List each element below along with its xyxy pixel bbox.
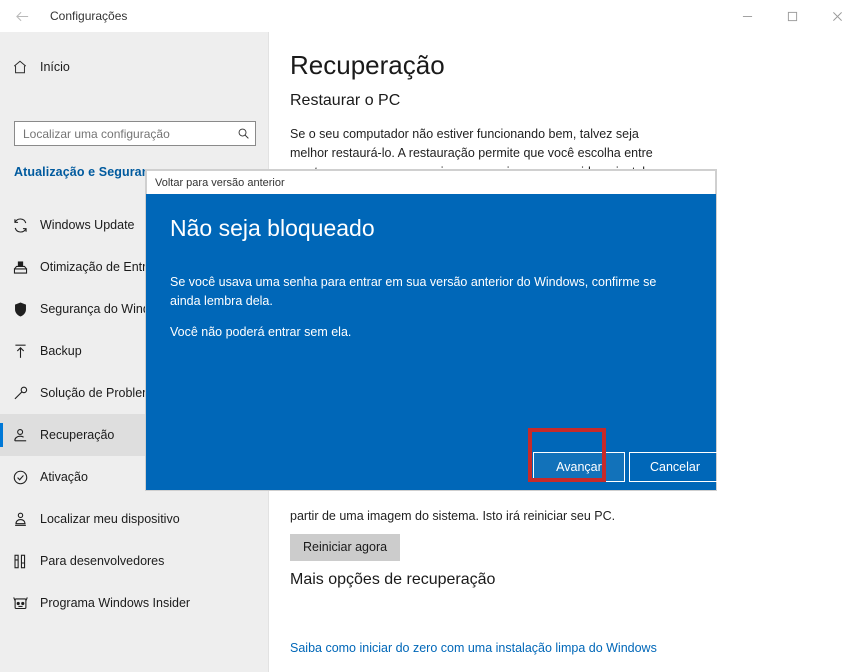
page-title: Recuperação [290, 50, 445, 80]
developer-tools-icon [0, 553, 40, 570]
sidebar-home-label: Início [40, 60, 70, 74]
find-device-icon [0, 511, 40, 528]
home-icon [0, 59, 40, 75]
sync-icon [0, 217, 40, 234]
more-recovery-options-heading: Mais opções de recuperação [290, 571, 496, 588]
sidebar-item-label: Para desenvolvedores [40, 554, 165, 568]
sidebar-item-for-developers[interactable]: Para desenvolvedores [0, 540, 269, 582]
dialog-titlebar: Voltar para versão anterior [146, 170, 716, 194]
recovery-icon [0, 427, 40, 444]
sidebar-section-title: Atualização e Segurança [14, 165, 164, 179]
settings-window: Configurações Início Localizar uma confi… [0, 0, 860, 672]
search-icon[interactable] [231, 127, 255, 140]
dialog-title: Voltar para versão anterior [155, 176, 285, 189]
window-titlebar: Configurações [0, 0, 860, 32]
restart-now-button[interactable]: Reiniciar agora [290, 534, 401, 561]
dialog-paragraph-2: Você não poderá entrar sem ela. [170, 325, 352, 339]
sidebar-item-home[interactable]: Início [0, 50, 269, 84]
sidebar-item-label: Backup [40, 344, 82, 358]
back-arrow-icon[interactable] [0, 0, 44, 32]
backup-upload-icon [0, 343, 40, 360]
sidebar-item-label: Windows Update [40, 218, 135, 232]
delivery-optimization-icon [0, 259, 40, 276]
close-button[interactable] [815, 0, 860, 32]
search-box[interactable] [14, 121, 256, 146]
shield-icon [0, 301, 40, 318]
insider-icon [0, 595, 40, 612]
go-back-to-previous-version-dialog: Voltar para versão anterior Não seja blo… [146, 170, 721, 490]
window-title: Configurações [50, 9, 128, 23]
wrench-icon [0, 385, 40, 402]
sidebar-item-label: Recuperação [40, 428, 115, 442]
advanced-startup-paragraph-tail: partir de uma imagem do sistema. Isto ir… [290, 509, 616, 523]
sidebar-item-find-my-device[interactable]: Localizar meu dispositivo [0, 498, 269, 540]
sidebar-item-label: Programa Windows Insider [40, 596, 191, 610]
dialog-body: Não seja bloqueado Se você usava uma sen… [146, 194, 721, 490]
dialog-paragraph-1: Se você usava uma senha para entrar em s… [170, 275, 657, 308]
sidebar-item-windows-insider[interactable]: Programa Windows Insider [0, 582, 269, 624]
maximize-button[interactable] [770, 0, 815, 32]
cancel-button[interactable]: Cancelar [629, 452, 721, 482]
search-input[interactable] [15, 126, 231, 141]
next-button[interactable]: Avançar [533, 452, 625, 482]
sidebar-item-label: Localizar meu dispositivo [40, 512, 180, 526]
clean-install-link[interactable]: Saiba como iniciar do zero com uma insta… [290, 641, 657, 655]
minimize-button[interactable] [725, 0, 770, 32]
sidebar-item-label: Ativação [40, 470, 88, 484]
restore-pc-heading: Restaurar o PC [290, 92, 401, 109]
check-circle-icon [0, 469, 40, 486]
dialog-heading: Não seja bloqueado [170, 215, 375, 241]
